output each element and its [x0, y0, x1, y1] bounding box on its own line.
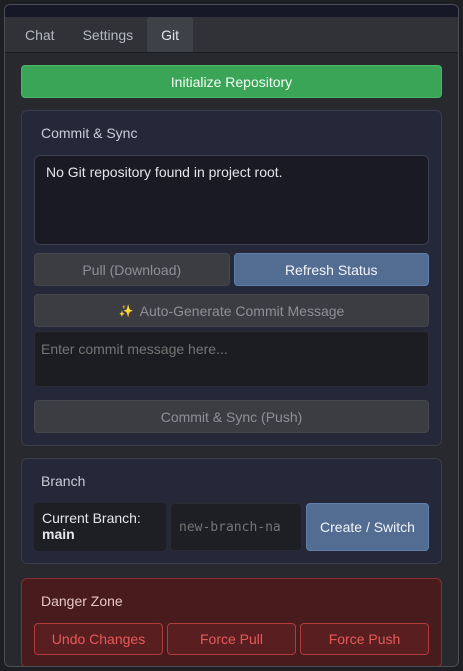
commit-sync-button[interactable]: Commit & Sync (Push)	[34, 400, 429, 433]
create-switch-button[interactable]: Create / Switch	[306, 503, 429, 551]
refresh-status-button[interactable]: Refresh Status	[233, 253, 429, 286]
initialize-repository-button[interactable]: Initialize Repository	[21, 65, 442, 98]
commit-message-input[interactable]	[34, 331, 429, 387]
tab-git[interactable]: Git	[147, 17, 194, 52]
auto-generate-commit-button[interactable]: ✨ Auto-Generate Commit Message	[34, 294, 429, 327]
tab-chat[interactable]: Chat	[11, 17, 69, 52]
git-status-output: No Git repository found in project root.	[34, 155, 429, 245]
commit-sync-title: Commit & Sync	[41, 125, 138, 141]
force-push-button[interactable]: Force Push	[300, 623, 429, 655]
danger-zone-title: Danger Zone	[41, 593, 123, 609]
sparkles-icon: ✨	[118, 303, 134, 318]
current-branch-label: Current Branch:	[42, 510, 141, 526]
git-panel-window: Chat Settings Git Initialize Repository …	[4, 4, 459, 667]
undo-changes-button[interactable]: Undo Changes	[34, 623, 163, 655]
top-strip	[5, 5, 458, 17]
tab-settings[interactable]: Settings	[69, 17, 148, 52]
branch-title: Branch	[41, 473, 86, 489]
commit-sync-panel: Commit & Sync No Git repository found in…	[21, 110, 442, 446]
branch-row: Current Branch: main Create / Switch	[34, 503, 429, 551]
pull-button[interactable]: Pull (Download)	[34, 253, 230, 286]
git-content: Initialize Repository Commit & Sync No G…	[5, 53, 458, 666]
current-branch-value: main	[42, 526, 75, 542]
branch-panel: Branch Current Branch: main Create / Swi…	[21, 458, 442, 564]
new-branch-input[interactable]	[170, 503, 302, 551]
force-pull-button[interactable]: Force Pull	[167, 623, 296, 655]
danger-actions-row: Undo Changes Force Pull Force Push	[34, 623, 429, 655]
tab-bar: Chat Settings Git	[5, 17, 458, 53]
auto-generate-label: Auto-Generate Commit Message	[139, 302, 345, 319]
current-branch-display: Current Branch: main	[34, 503, 166, 551]
danger-zone-panel: Danger Zone Undo Changes Force Pull Forc…	[21, 578, 442, 666]
pull-refresh-row: Pull (Download) Refresh Status	[34, 253, 429, 286]
